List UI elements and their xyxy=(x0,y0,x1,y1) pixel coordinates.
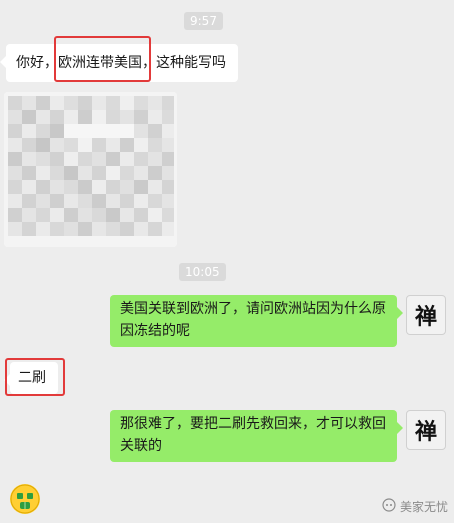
watermark-text: 美家无忧 xyxy=(399,499,448,514)
avatar-character: 禅 xyxy=(414,304,437,330)
message-bubble-outgoing[interactable]: 那很难了，要把二刷先救回来，才可以救回关联的 xyxy=(110,410,403,462)
message-text: 那很难了，要把二刷先救回来，才可以救回关联的 xyxy=(120,416,386,454)
highlight-box xyxy=(5,358,65,396)
highlight-box xyxy=(54,36,151,82)
timestamp: 9:57 xyxy=(184,12,223,30)
watermark: 美家无忧 xyxy=(382,497,448,515)
pixelated-image xyxy=(4,92,177,247)
message-text: 美国关联到欧洲了，请问欧洲站因为什么原因冻结的呢 xyxy=(120,301,386,339)
wechat-channel-icon xyxy=(382,497,396,515)
money-mouth-face-icon[interactable] xyxy=(10,484,40,514)
message-bubble-outgoing[interactable]: 美国关联到欧洲了，请问欧洲站因为什么原因冻结的呢 xyxy=(110,295,403,347)
timestamp: 10:05 xyxy=(179,263,226,281)
user-avatar[interactable]: 禅 xyxy=(406,410,446,450)
user-avatar[interactable]: 禅 xyxy=(406,295,446,335)
avatar-character: 禅 xyxy=(414,419,437,445)
chat-window: 9:57 你好，欧洲连带美国，这种能写吗 10:05 美国关联到欧洲了，请问欧洲… xyxy=(0,0,454,523)
image-message[interactable] xyxy=(4,92,177,247)
